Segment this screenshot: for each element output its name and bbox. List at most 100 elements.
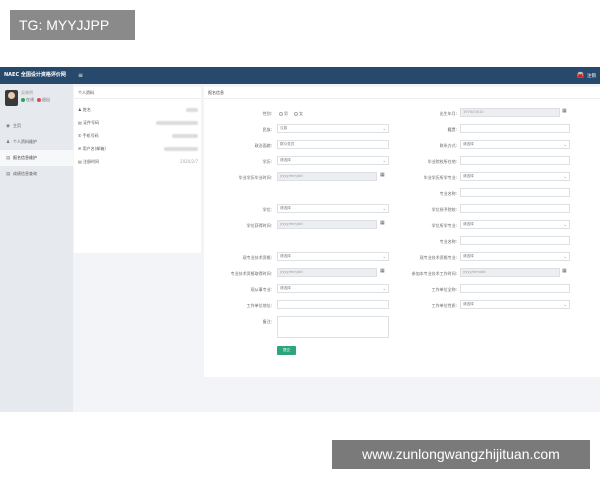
degree-select[interactable]: 请选择 ⌄ — [277, 204, 389, 213]
current-specialty-select[interactable]: 请选择 ⌄ — [460, 252, 570, 261]
app-window: NAEC 全国设计资格评价网 ≡ 🚘 注销 吴晓明 在线 退出 ◉ 主页 ♟ 个人资料维… — [0, 67, 600, 412]
form-icon: ▤ — [6, 156, 11, 161]
native-place-label: 籍贯: — [447, 127, 457, 132]
edu-major-select[interactable]: 请选择 ⌄ — [460, 172, 570, 181]
work-start-date-input[interactable]: yyyy/mm/dd — [460, 268, 560, 277]
ethnicity-label: 民族: — [262, 127, 272, 132]
degree-major-label: 学位所学专业: — [431, 223, 457, 228]
gender-label: 性别: — [262, 111, 272, 116]
sidebar-user-status: 在线 退出 — [21, 97, 50, 103]
work-start-date-label: 参加本专业技术工作时间: — [411, 271, 457, 276]
current-title-label: 现专业技术资格: — [242, 255, 272, 260]
sidebar-item-home[interactable]: ◉ 主页 — [0, 118, 73, 134]
calendar-icon[interactable]: ▦ — [562, 268, 567, 274]
sidebar-item-label: 主页 — [13, 123, 21, 128]
native-place-input[interactable] — [460, 124, 570, 133]
gender-radio-female[interactable]: 女 — [294, 111, 303, 117]
title-date-label: 专业技术资格取得时间: — [230, 271, 272, 276]
education-select[interactable]: 请选择 ⌄ — [277, 156, 389, 165]
degree-date-input[interactable]: yyyy/mm/dd — [277, 220, 377, 229]
sidebar-item-profile[interactable]: ♟ 个人资料维护 — [0, 134, 73, 150]
sidebar-profile: 吴晓明 在线 退出 — [0, 84, 73, 112]
registration-form-card: 报名信息 性别: 男 女 出生年月: 1970/03/10 ▦ 民族: 汉族 ⌄ … — [204, 87, 600, 377]
degree-major-select[interactable]: 请选择 ⌄ — [460, 220, 570, 229]
work-unit-address-input[interactable] — [277, 300, 389, 309]
status-logout[interactable]: 退出 — [42, 97, 50, 102]
sidebar: 吴晓明 在线 退出 ◉ 主页 ♟ 个人资料维护 ▤ 报名信息维护 ▤ 成绩信息查询 — [0, 84, 73, 412]
person-icon: ♟ — [6, 140, 11, 145]
profile-card-title: 个人资料 — [74, 87, 201, 99]
score-icon: ▤ — [6, 172, 11, 177]
chevron-down-icon: ⌄ — [563, 142, 567, 147]
profile-row-label: 姓名 — [82, 107, 91, 112]
profile-row-label: 证件号码 — [83, 120, 100, 125]
current-specialty-label: 现专业技术资格专业: — [419, 255, 457, 260]
sidebar-user-name: 吴晓明 — [21, 90, 33, 95]
chevron-down-icon: ⌄ — [382, 254, 386, 259]
phone-icon: ✆ — [78, 133, 82, 138]
current-title-select[interactable]: 请选择 ⌄ — [277, 252, 389, 261]
degree-school-label: 学位授予院校: — [431, 207, 457, 212]
edu-major-label: 毕业学历所学专业: — [423, 175, 457, 180]
profile-card: 个人资料 ♟ 姓名 ▤ 证件号码 ✆ 手机号码 ✉ 用户名(邮箱) ▤ 注册时间… — [74, 87, 201, 253]
tg-label-overlay: TG: MYYJJPP — [10, 10, 135, 40]
chevron-down-icon: ⌄ — [563, 302, 567, 307]
home-icon: ◉ — [6, 124, 10, 129]
sidebar-item-label: 个人资料维护 — [13, 139, 37, 144]
sidebar-item-scores[interactable]: ▤ 成绩信息查询 — [0, 166, 73, 182]
radio-icon — [279, 112, 283, 116]
calendar-icon[interactable]: ▦ — [380, 268, 385, 274]
user-menu-label: 注销 — [587, 74, 596, 79]
avatar — [5, 90, 18, 106]
logout-dot-icon — [37, 98, 41, 102]
top-navbar: NAEC 全国设计资格评价网 ≡ 🚘 注销 — [0, 67, 600, 84]
radio-icon — [294, 112, 298, 116]
calendar-icon[interactable]: ▦ — [380, 220, 385, 226]
political-input[interactable]: 群众党员 — [277, 140, 389, 149]
site-brand[interactable]: NAEC 全国设计资格评价网 — [4, 67, 66, 84]
grad-date-input[interactable]: yyyy/mm/dd — [277, 172, 377, 181]
profile-row-id: ▤ 证件号码 — [78, 120, 198, 130]
work-unit-name-input[interactable] — [460, 284, 570, 293]
calendar-icon[interactable]: ▦ — [562, 108, 567, 114]
watermark-overlay: www.zunlongwangzhijituan.com — [332, 440, 590, 469]
ethnicity-select[interactable]: 汉族 ⌄ — [277, 124, 389, 133]
sidebar-item-registration[interactable]: ▤ 报名信息维护 — [0, 150, 73, 166]
chevron-down-icon: ⌄ — [563, 174, 567, 179]
work-unit-type-select[interactable]: 请选择 ⌄ — [277, 284, 389, 293]
redacted-value — [164, 146, 198, 151]
calendar-icon[interactable]: ▦ — [380, 172, 385, 178]
redacted-value — [172, 133, 198, 138]
birth-date-input[interactable]: 1970/03/10 — [460, 108, 560, 117]
submit-button[interactable]: 提交 — [277, 346, 296, 355]
title-date-input[interactable]: yyyy/mm/dd — [277, 268, 377, 277]
profile-row-label: 手机号码 — [82, 133, 99, 138]
car-icon: 🚘 — [576, 71, 585, 79]
contact-select[interactable]: 请选择 ⌄ — [460, 140, 570, 149]
menu-icon[interactable]: ≡ — [78, 67, 83, 84]
remark-textarea[interactable] — [277, 316, 389, 338]
id-card-icon: ▤ — [78, 120, 82, 125]
profile-row-label: 用户名(邮箱) — [82, 146, 106, 151]
degree-major-name-label: 专业名称: — [439, 239, 457, 244]
work-unit-nature-select[interactable]: 请选择 ⌄ — [460, 300, 570, 309]
profile-row-name: ♟ 姓名 — [78, 107, 198, 117]
status-online: 在线 — [26, 97, 34, 102]
profile-row-label: 注册时间 — [83, 159, 100, 164]
degree-date-label: 学位获得时间: — [246, 223, 272, 228]
user-menu[interactable]: 🚘 注销 — [576, 67, 596, 84]
chevron-down-icon: ⌄ — [382, 206, 386, 211]
major-name-input[interactable] — [460, 188, 570, 197]
chevron-down-icon: ⌄ — [382, 286, 386, 291]
work-unit-type-label: 现从事专业: — [250, 287, 272, 292]
profile-row-email: ✉ 用户名(邮箱) — [78, 146, 198, 156]
degree-major-name-input[interactable] — [460, 236, 570, 245]
political-label: 政治面貌: — [254, 143, 272, 148]
degree-school-input[interactable] — [460, 204, 570, 213]
redacted-value — [186, 107, 198, 112]
school-location-input[interactable] — [460, 156, 570, 165]
gender-radio-male[interactable]: 男 — [279, 111, 288, 117]
online-dot-icon — [21, 98, 25, 102]
mail-icon: ✉ — [78, 146, 82, 151]
work-unit-name-label: 工作单位全称: — [431, 287, 457, 292]
